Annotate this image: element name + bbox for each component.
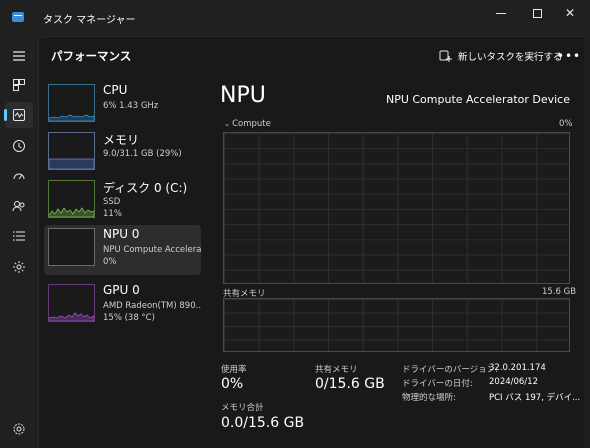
detail-device-name: NPU Compute Accelerator Device: [385, 93, 570, 106]
processes-icon: [13, 79, 25, 91]
details-icon: [13, 231, 25, 241]
device-detail: NPU Compute Accelera...: [103, 245, 201, 255]
device-usage: 15% (38 °C): [103, 313, 155, 323]
shared-memory-label: 共有メモリ: [315, 365, 358, 375]
main-pane: パフォーマンス 新しいタスクを実行する ••• CPU 6% 1.43 GHz …: [38, 36, 584, 448]
driver-date-value: 2024/06/12: [489, 377, 538, 387]
close-icon: ✕: [564, 6, 576, 20]
nav-performance[interactable]: [4, 102, 33, 128]
device-detail: 9.0/31.1 GB (29%): [103, 149, 182, 159]
detail-title: NPU: [220, 83, 266, 108]
settings-icon: [13, 423, 25, 435]
close-button[interactable]: ✕: [549, 0, 590, 26]
services-icon: [13, 261, 25, 273]
nav-users[interactable]: [5, 193, 33, 219]
usage-label: 使用率: [221, 365, 247, 375]
run-new-task-label: 新しいタスクを実行する: [458, 52, 563, 63]
cpu-thumbnail-graph: [48, 84, 95, 122]
device-usage: 11%: [103, 209, 122, 219]
performance-icon: [13, 109, 25, 121]
shared-memory-max-label: 15.6 GB: [542, 287, 577, 297]
nav-app-history[interactable]: [5, 133, 33, 159]
title-bar: タスク マネージャー ✕: [0, 0, 590, 36]
nav-services[interactable]: [5, 254, 33, 280]
window-title: タスク マネージャー: [43, 15, 136, 26]
device-detail: 6% 1.43 GHz: [103, 101, 159, 111]
driver-date-label: ドライバーの日付:: [402, 379, 473, 389]
app-history-icon: [13, 140, 25, 152]
maximize-icon: [532, 8, 542, 18]
compute-graph-label[interactable]: ⌄ Compute: [224, 119, 271, 129]
disk-mini-graph: [49, 207, 94, 217]
more-options-button[interactable]: •••: [556, 45, 582, 67]
users-icon: [12, 201, 25, 212]
minimize-icon: [496, 12, 506, 14]
page-title: パフォーマンス: [51, 49, 132, 63]
nav-menu-button[interactable]: [5, 43, 33, 69]
gpu-mini-graph: [49, 312, 94, 321]
run-new-task-button[interactable]: 新しいタスクを実行する: [435, 45, 567, 67]
memory-mini-graph: [49, 158, 94, 169]
task-manager-app-icon: [12, 12, 24, 22]
cpu-mini-graph: [49, 114, 94, 121]
device-memory[interactable]: メモリ 9.0/31.1 GB (29%): [44, 129, 201, 179]
more-icon: •••: [556, 49, 582, 63]
compute-graph: [223, 132, 570, 284]
shared-memory-graph: [223, 298, 570, 352]
memory-thumbnail-graph: [48, 132, 95, 170]
device-name: ディスク 0 (C:): [103, 181, 188, 195]
physical-location-value: PCI バス 197, デバイ...: [489, 393, 581, 403]
device-detail: SSD: [103, 197, 121, 207]
device-disk[interactable]: ディスク 0 (C:) SSD 11%: [44, 177, 201, 227]
gpu-thumbnail-graph: [48, 284, 95, 322]
nav-startup-apps[interactable]: [5, 163, 33, 189]
chevron-down-icon: ⌄: [224, 120, 233, 128]
pane-header: パフォーマンス 新しいタスクを実行する •••: [39, 37, 585, 75]
shared-memory-value: 0/15.6 GB: [315, 376, 385, 392]
device-name: CPU: [103, 83, 128, 97]
left-navigation: [0, 36, 38, 448]
total-memory-value: 0.0/15.6 GB: [221, 415, 305, 431]
startup-apps-icon: [13, 173, 25, 180]
device-name: NPU 0: [103, 227, 140, 241]
nav-settings[interactable]: [5, 416, 33, 442]
usage-value: 0%: [221, 376, 244, 392]
menu-icon: [13, 51, 25, 61]
device-detail: AMD Radeon(TM) 890...: [103, 301, 201, 311]
total-memory-label: メモリ合計: [221, 403, 264, 413]
device-usage: 0%: [103, 257, 117, 267]
run-task-icon: [439, 50, 452, 62]
device-npu[interactable]: NPU 0 NPU Compute Accelera... 0%: [44, 225, 201, 275]
device-gpu[interactable]: GPU 0 AMD Radeon(TM) 890... 15% (38 °C): [44, 281, 201, 331]
driver-version-label: ドライバーのバージョン:: [402, 365, 499, 375]
npu-thumbnail-graph: [48, 228, 95, 266]
compute-label: Compute: [232, 119, 271, 129]
compute-max-label: 0%: [559, 119, 573, 129]
device-name: メモリ: [103, 133, 140, 147]
physical-location-label: 物理的な場所:: [402, 393, 456, 403]
driver-version-value: 32.0.201.174: [489, 363, 546, 373]
nav-details[interactable]: [5, 223, 33, 249]
disk-thumbnail-graph: [48, 180, 95, 218]
device-cpu[interactable]: CPU 6% 1.43 GHz: [44, 81, 201, 131]
nav-processes[interactable]: [5, 72, 33, 98]
device-name: GPU 0: [103, 283, 140, 297]
